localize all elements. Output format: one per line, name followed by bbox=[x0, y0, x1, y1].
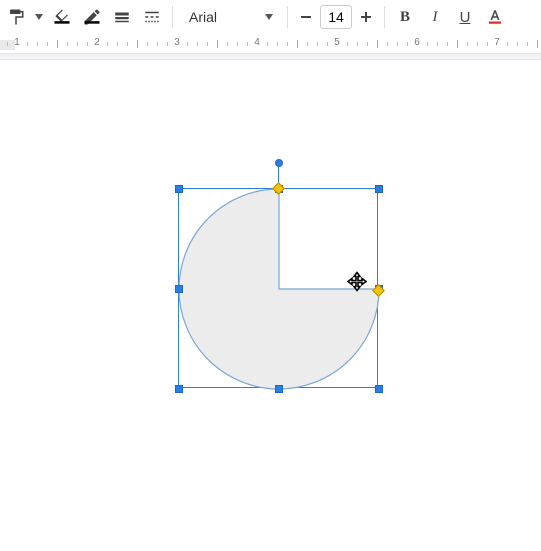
resize-handle-s[interactable] bbox=[275, 385, 283, 393]
plus-icon bbox=[360, 11, 372, 23]
line-weight-button[interactable] bbox=[108, 3, 136, 31]
caret-down-icon bbox=[265, 14, 273, 20]
line-weight-icon bbox=[113, 8, 131, 26]
text-color-button[interactable] bbox=[481, 3, 509, 31]
ruler-tick bbox=[107, 42, 108, 46]
ruler-tick bbox=[137, 40, 138, 48]
ruler-tick bbox=[277, 42, 278, 46]
paint-format-dropdown[interactable] bbox=[32, 3, 46, 31]
ruler-tick bbox=[527, 42, 528, 46]
ruler-tick bbox=[77, 42, 78, 46]
ruler-tick bbox=[477, 42, 478, 46]
font-size-decrease-button[interactable] bbox=[294, 3, 318, 31]
shape-selection-box[interactable] bbox=[178, 188, 378, 388]
bold-button[interactable]: B bbox=[391, 3, 419, 31]
line-dash-icon bbox=[143, 8, 161, 26]
pie-shape[interactable] bbox=[179, 189, 379, 389]
ruler-tick bbox=[287, 42, 288, 46]
font-size-group bbox=[294, 3, 378, 31]
ruler-tick bbox=[307, 42, 308, 46]
underline-icon: U bbox=[460, 9, 471, 26]
ruler-label: 1 bbox=[14, 37, 20, 48]
ruler-tick bbox=[457, 40, 458, 48]
ruler-tick bbox=[377, 40, 378, 48]
ruler-tick bbox=[127, 42, 128, 46]
ruler-tick bbox=[217, 40, 218, 48]
ruler-tick bbox=[347, 42, 348, 46]
ruler-tick bbox=[147, 42, 148, 46]
ruler-tick bbox=[7, 42, 8, 46]
ruler-tick bbox=[87, 42, 88, 46]
italic-button[interactable]: I bbox=[421, 3, 449, 31]
line-color-button[interactable] bbox=[78, 3, 106, 31]
rotation-handle[interactable] bbox=[275, 159, 283, 167]
caret-down-icon bbox=[35, 14, 43, 20]
paint-roller-icon bbox=[7, 8, 25, 26]
font-size-input[interactable] bbox=[320, 5, 352, 29]
ruler-tick bbox=[317, 42, 318, 46]
ruler-tick bbox=[357, 42, 358, 46]
ruler-tick bbox=[207, 42, 208, 46]
ruler-tick bbox=[387, 42, 388, 46]
ruler-tick bbox=[397, 42, 398, 46]
ruler-label: 7 bbox=[494, 37, 500, 48]
underline-button[interactable]: U bbox=[451, 3, 479, 31]
resize-handle-ne[interactable] bbox=[375, 185, 383, 193]
horizontal-ruler[interactable]: 1 2 3 4 5 6 7 bbox=[0, 34, 541, 60]
ruler-label: 5 bbox=[334, 37, 340, 48]
ruler-tick bbox=[37, 42, 38, 46]
ruler-tick bbox=[467, 42, 468, 46]
ruler-tick bbox=[117, 42, 118, 46]
minus-icon bbox=[300, 11, 312, 23]
resize-handle-nw[interactable] bbox=[175, 185, 183, 193]
toolbar-separator bbox=[172, 6, 173, 28]
ruler-label: 3 bbox=[174, 37, 180, 48]
ruler-tick bbox=[447, 42, 448, 46]
ruler-tick bbox=[297, 40, 298, 48]
ruler-tick bbox=[227, 42, 228, 46]
ruler-tick bbox=[487, 42, 488, 46]
ruler-label: 6 bbox=[414, 37, 420, 48]
ruler-tick bbox=[247, 42, 248, 46]
text-color-icon bbox=[486, 8, 504, 26]
ruler-tick bbox=[27, 42, 28, 46]
ruler-label: 2 bbox=[94, 37, 100, 48]
ruler-tick bbox=[67, 42, 68, 46]
ruler-tick bbox=[407, 42, 408, 46]
ruler-tick bbox=[367, 42, 368, 46]
font-family-select[interactable]: Arial bbox=[179, 3, 281, 31]
toolbar: Arial B I U bbox=[0, 0, 541, 34]
ruler-tick bbox=[437, 42, 438, 46]
fill-color-button[interactable] bbox=[48, 3, 76, 31]
paint-bucket-icon bbox=[52, 7, 72, 27]
ruler-tick bbox=[517, 42, 518, 46]
ruler-tick bbox=[167, 42, 168, 46]
font-size-increase-button[interactable] bbox=[354, 3, 378, 31]
pencil-icon bbox=[82, 7, 102, 27]
toolbar-separator bbox=[384, 6, 385, 28]
ruler-tick bbox=[157, 42, 158, 46]
font-family-label: Arial bbox=[189, 9, 217, 25]
bold-icon: B bbox=[400, 9, 410, 26]
ruler-tick bbox=[427, 42, 428, 46]
ruler-tick bbox=[327, 42, 328, 46]
resize-handle-w[interactable] bbox=[175, 285, 183, 293]
ruler-tick bbox=[47, 42, 48, 46]
ruler-label: 4 bbox=[254, 37, 260, 48]
toolbar-separator bbox=[287, 6, 288, 28]
ruler-tick bbox=[537, 40, 538, 48]
ruler-tick bbox=[507, 42, 508, 46]
line-dash-button[interactable] bbox=[138, 3, 166, 31]
document-canvas[interactable] bbox=[0, 60, 541, 551]
resize-handle-sw[interactable] bbox=[175, 385, 183, 393]
ruler-tick bbox=[57, 40, 58, 48]
paint-format-button[interactable] bbox=[2, 3, 30, 31]
ruler-tick bbox=[197, 42, 198, 46]
italic-icon: I bbox=[433, 9, 438, 26]
resize-handle-se[interactable] bbox=[375, 385, 383, 393]
ruler-tick bbox=[267, 42, 268, 46]
ruler-tick bbox=[187, 42, 188, 46]
ruler-tick bbox=[237, 42, 238, 46]
